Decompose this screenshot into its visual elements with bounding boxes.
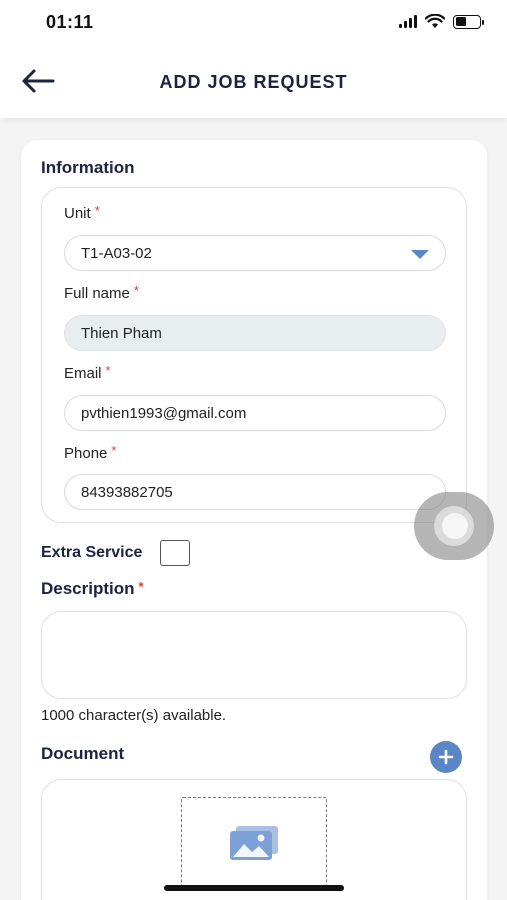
email-label-text: Email: [64, 365, 102, 382]
unit-dropdown[interactable]: T1-A03-02: [64, 235, 446, 271]
status-bar: 01:11: [0, 0, 507, 44]
description-textarea[interactable]: [41, 611, 467, 699]
required-mark: *: [94, 203, 100, 218]
full-name-label: Full name *: [64, 283, 139, 302]
extra-service-checkbox[interactable]: [160, 540, 191, 566]
information-heading: Information: [41, 158, 135, 177]
wifi-icon: [425, 14, 445, 28]
required-mark: *: [111, 443, 117, 458]
battery-icon: [453, 14, 484, 29]
document-box: [41, 779, 467, 900]
character-count: 1000 character(s) available.: [41, 707, 227, 724]
page-title: ADD JOB REQUEST: [159, 72, 348, 92]
home-indicator[interactable]: [164, 885, 344, 891]
email-field[interactable]: pvthien1993@gmail.com: [64, 395, 446, 431]
header: ADD JOB REQUEST: [0, 44, 507, 118]
image-icon: [230, 826, 278, 860]
full-name-field[interactable]: Thien Pham: [64, 315, 446, 351]
phone-field[interactable]: 84393882705: [64, 474, 446, 510]
unit-label-text: Unit: [64, 205, 91, 222]
description-heading: Description *: [41, 579, 144, 599]
status-time: 01:11: [46, 12, 94, 32]
email-label: Email *: [64, 363, 111, 382]
phone-value: 84393882705: [81, 483, 173, 501]
unit-value: T1-A03-02: [81, 244, 152, 262]
unit-label: Unit *: [64, 203, 100, 222]
status-icons: [399, 14, 484, 29]
cellular-signal-icon: [399, 15, 417, 28]
extra-service-label: Extra Service: [41, 544, 143, 561]
caret-down-icon: [411, 250, 429, 259]
extra-service-row: Extra Service: [41, 540, 191, 566]
full-name-value: Thien Pham: [81, 324, 162, 342]
information-box: Unit * T1-A03-02 Full name * Thien Pham Em…: [41, 187, 467, 523]
phone-label-text: Phone: [64, 445, 108, 462]
required-mark: *: [105, 363, 111, 378]
assistive-touch-button[interactable]: [414, 492, 494, 560]
add-document-button[interactable]: [430, 741, 462, 773]
required-mark: *: [133, 283, 139, 298]
description-label-text: Description: [41, 579, 135, 598]
phone-label: Phone *: [64, 443, 117, 462]
image-upload-slot[interactable]: [181, 797, 327, 889]
full-name-label-text: Full name: [64, 285, 130, 302]
required-mark: *: [138, 579, 144, 594]
plus-icon: [438, 749, 454, 765]
document-heading: Document: [41, 744, 125, 763]
email-value: pvthien1993@gmail.com: [81, 404, 247, 422]
